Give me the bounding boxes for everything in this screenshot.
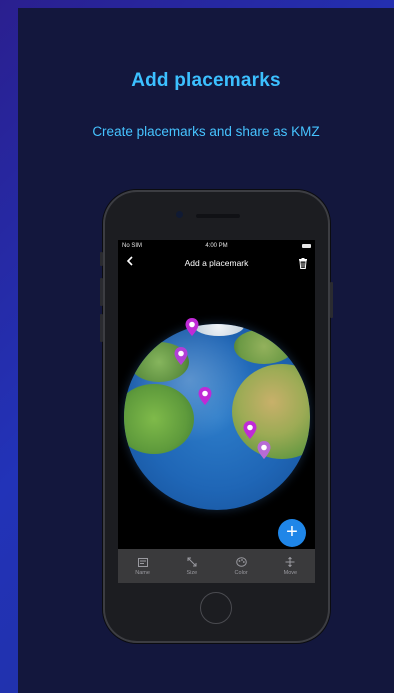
phone-screen: No SIM 4:00 PM Add a placemark + Name Si… bbox=[118, 240, 315, 583]
trash-icon[interactable] bbox=[298, 256, 308, 274]
home-button[interactable] bbox=[200, 592, 232, 624]
speaker-grille bbox=[196, 214, 240, 218]
placemark-pin-icon[interactable] bbox=[197, 386, 213, 406]
volume-down-button bbox=[100, 314, 103, 342]
move-icon bbox=[266, 556, 314, 568]
subheadline: Create placemarks and share as KMZ bbox=[92, 124, 320, 139]
color-palette-icon bbox=[217, 556, 265, 568]
tab-color[interactable]: Color bbox=[217, 556, 265, 576]
clock-label: 4:00 PM bbox=[205, 243, 228, 249]
land-greenland bbox=[194, 324, 244, 336]
tab-size[interactable]: Size bbox=[168, 556, 216, 576]
globe-map[interactable] bbox=[124, 324, 310, 510]
nav-title: Add a placemark bbox=[184, 258, 249, 268]
power-button bbox=[330, 282, 333, 318]
status-bar: No SIM 4:00 PM bbox=[118, 242, 315, 252]
name-icon bbox=[119, 556, 167, 568]
tab-label: Move bbox=[283, 570, 298, 576]
land-europe bbox=[234, 329, 294, 364]
tab-label: Name bbox=[135, 570, 150, 576]
tab-name[interactable]: Name bbox=[119, 556, 167, 576]
land-south-america bbox=[124, 384, 194, 454]
placemark-pin-icon[interactable] bbox=[184, 317, 200, 337]
navigation-bar: Add a placemark bbox=[118, 254, 315, 274]
mute-switch bbox=[100, 252, 103, 266]
headline: Add placemarks bbox=[131, 70, 281, 91]
volume-up-button bbox=[100, 278, 103, 306]
front-camera bbox=[176, 211, 183, 218]
tab-move[interactable]: Move bbox=[266, 556, 314, 576]
placemark-pin-icon[interactable] bbox=[242, 420, 258, 440]
battery-icon bbox=[302, 244, 311, 248]
phone-mockup: No SIM 4:00 PM Add a placemark + Name Si… bbox=[100, 190, 333, 643]
add-placemark-button[interactable]: + bbox=[278, 519, 306, 547]
tab-label: Color bbox=[234, 570, 248, 576]
resize-icon bbox=[168, 556, 216, 568]
tab-label: Size bbox=[186, 570, 198, 576]
tool-bar: Name Size Color Move bbox=[118, 549, 315, 583]
placemark-pin-icon[interactable] bbox=[173, 346, 189, 366]
placemark-pin-icon[interactable] bbox=[256, 440, 272, 460]
